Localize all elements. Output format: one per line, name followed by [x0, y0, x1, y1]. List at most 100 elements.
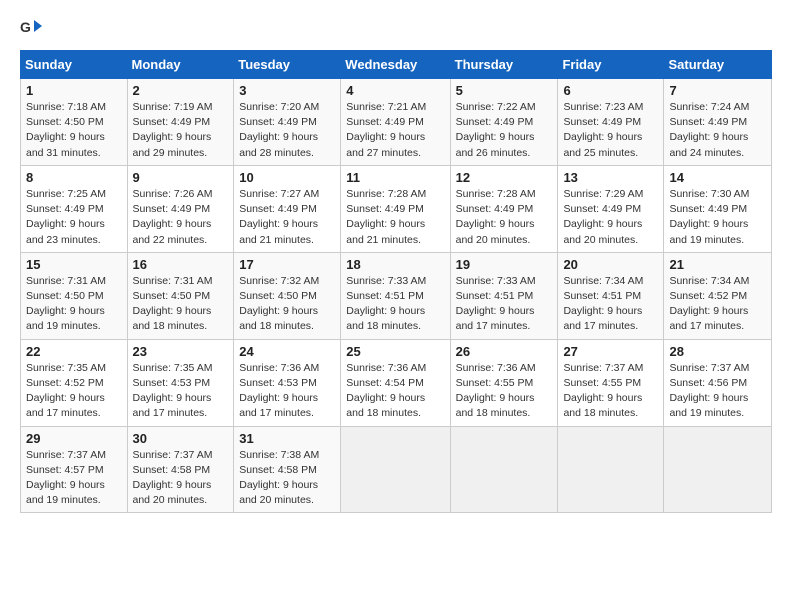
- calendar-day-cell: 5 Sunrise: 7:22 AMSunset: 4:49 PMDayligh…: [450, 79, 558, 166]
- calendar-day-cell: [558, 426, 664, 513]
- day-detail: Sunrise: 7:34 AMSunset: 4:52 PMDaylight:…: [669, 275, 749, 333]
- day-number: 18: [346, 257, 444, 272]
- day-number: 21: [669, 257, 766, 272]
- calendar-day-cell: 10 Sunrise: 7:27 AMSunset: 4:49 PMDaylig…: [234, 165, 341, 252]
- calendar-week-row: 1 Sunrise: 7:18 AMSunset: 4:50 PMDayligh…: [21, 79, 772, 166]
- day-number: 20: [563, 257, 658, 272]
- day-number: 25: [346, 344, 444, 359]
- calendar-week-row: 15 Sunrise: 7:31 AMSunset: 4:50 PMDaylig…: [21, 252, 772, 339]
- day-number: 28: [669, 344, 766, 359]
- calendar-day-cell: 21 Sunrise: 7:34 AMSunset: 4:52 PMDaylig…: [664, 252, 772, 339]
- day-number: 16: [133, 257, 229, 272]
- day-detail: Sunrise: 7:31 AMSunset: 4:50 PMDaylight:…: [26, 275, 106, 333]
- day-number: 3: [239, 83, 335, 98]
- weekday-header-cell: Saturday: [664, 51, 772, 79]
- calendar-day-cell: [450, 426, 558, 513]
- day-number: 6: [563, 83, 658, 98]
- day-number: 5: [456, 83, 553, 98]
- calendar-day-cell: 31 Sunrise: 7:38 AMSunset: 4:58 PMDaylig…: [234, 426, 341, 513]
- day-number: 14: [669, 170, 766, 185]
- day-number: 4: [346, 83, 444, 98]
- day-detail: Sunrise: 7:36 AMSunset: 4:55 PMDaylight:…: [456, 362, 536, 420]
- calendar-day-cell: 1 Sunrise: 7:18 AMSunset: 4:50 PMDayligh…: [21, 79, 128, 166]
- calendar-day-cell: [664, 426, 772, 513]
- calendar-day-cell: 18 Sunrise: 7:33 AMSunset: 4:51 PMDaylig…: [341, 252, 450, 339]
- day-number: 22: [26, 344, 122, 359]
- day-detail: Sunrise: 7:30 AMSunset: 4:49 PMDaylight:…: [669, 188, 749, 246]
- calendar-week-row: 8 Sunrise: 7:25 AMSunset: 4:49 PMDayligh…: [21, 165, 772, 252]
- day-number: 12: [456, 170, 553, 185]
- day-detail: Sunrise: 7:37 AMSunset: 4:57 PMDaylight:…: [26, 449, 106, 507]
- calendar-week-row: 29 Sunrise: 7:37 AMSunset: 4:57 PMDaylig…: [21, 426, 772, 513]
- calendar-day-cell: [341, 426, 450, 513]
- calendar-day-cell: 23 Sunrise: 7:35 AMSunset: 4:53 PMDaylig…: [127, 339, 234, 426]
- day-detail: Sunrise: 7:25 AMSunset: 4:49 PMDaylight:…: [26, 188, 106, 246]
- calendar-day-cell: 16 Sunrise: 7:31 AMSunset: 4:50 PMDaylig…: [127, 252, 234, 339]
- calendar-day-cell: 19 Sunrise: 7:33 AMSunset: 4:51 PMDaylig…: [450, 252, 558, 339]
- calendar-day-cell: 24 Sunrise: 7:36 AMSunset: 4:53 PMDaylig…: [234, 339, 341, 426]
- page-header: G: [20, 16, 772, 38]
- day-detail: Sunrise: 7:38 AMSunset: 4:58 PMDaylight:…: [239, 449, 319, 507]
- day-detail: Sunrise: 7:23 AMSunset: 4:49 PMDaylight:…: [563, 101, 643, 159]
- day-detail: Sunrise: 7:37 AMSunset: 4:56 PMDaylight:…: [669, 362, 749, 420]
- weekday-header-cell: Thursday: [450, 51, 558, 79]
- calendar-body: 1 Sunrise: 7:18 AMSunset: 4:50 PMDayligh…: [21, 79, 772, 513]
- day-number: 13: [563, 170, 658, 185]
- weekday-header-cell: Friday: [558, 51, 664, 79]
- calendar-day-cell: 28 Sunrise: 7:37 AMSunset: 4:56 PMDaylig…: [664, 339, 772, 426]
- calendar-week-row: 22 Sunrise: 7:35 AMSunset: 4:52 PMDaylig…: [21, 339, 772, 426]
- day-number: 15: [26, 257, 122, 272]
- calendar-day-cell: 4 Sunrise: 7:21 AMSunset: 4:49 PMDayligh…: [341, 79, 450, 166]
- calendar-day-cell: 12 Sunrise: 7:28 AMSunset: 4:49 PMDaylig…: [450, 165, 558, 252]
- logo: G: [20, 16, 46, 38]
- day-number: 24: [239, 344, 335, 359]
- day-detail: Sunrise: 7:37 AMSunset: 4:58 PMDaylight:…: [133, 449, 213, 507]
- day-detail: Sunrise: 7:35 AMSunset: 4:53 PMDaylight:…: [133, 362, 213, 420]
- calendar-day-cell: 11 Sunrise: 7:28 AMSunset: 4:49 PMDaylig…: [341, 165, 450, 252]
- day-detail: Sunrise: 7:28 AMSunset: 4:49 PMDaylight:…: [346, 188, 426, 246]
- day-detail: Sunrise: 7:36 AMSunset: 4:53 PMDaylight:…: [239, 362, 319, 420]
- calendar-day-cell: 9 Sunrise: 7:26 AMSunset: 4:49 PMDayligh…: [127, 165, 234, 252]
- day-detail: Sunrise: 7:28 AMSunset: 4:49 PMDaylight:…: [456, 188, 536, 246]
- calendar-day-cell: 22 Sunrise: 7:35 AMSunset: 4:52 PMDaylig…: [21, 339, 128, 426]
- calendar-day-cell: 17 Sunrise: 7:32 AMSunset: 4:50 PMDaylig…: [234, 252, 341, 339]
- day-detail: Sunrise: 7:31 AMSunset: 4:50 PMDaylight:…: [133, 275, 213, 333]
- calendar-day-cell: 25 Sunrise: 7:36 AMSunset: 4:54 PMDaylig…: [341, 339, 450, 426]
- day-number: 30: [133, 431, 229, 446]
- calendar-day-cell: 26 Sunrise: 7:36 AMSunset: 4:55 PMDaylig…: [450, 339, 558, 426]
- calendar-day-cell: 27 Sunrise: 7:37 AMSunset: 4:55 PMDaylig…: [558, 339, 664, 426]
- day-number: 1: [26, 83, 122, 98]
- day-detail: Sunrise: 7:21 AMSunset: 4:49 PMDaylight:…: [346, 101, 426, 159]
- day-number: 8: [26, 170, 122, 185]
- day-detail: Sunrise: 7:22 AMSunset: 4:49 PMDaylight:…: [456, 101, 536, 159]
- day-number: 31: [239, 431, 335, 446]
- calendar-day-cell: 13 Sunrise: 7:29 AMSunset: 4:49 PMDaylig…: [558, 165, 664, 252]
- day-detail: Sunrise: 7:19 AMSunset: 4:49 PMDaylight:…: [133, 101, 213, 159]
- day-detail: Sunrise: 7:18 AMSunset: 4:50 PMDaylight:…: [26, 101, 106, 159]
- calendar-day-cell: 3 Sunrise: 7:20 AMSunset: 4:49 PMDayligh…: [234, 79, 341, 166]
- calendar-table: SundayMondayTuesdayWednesdayThursdayFrid…: [20, 50, 772, 513]
- day-number: 27: [563, 344, 658, 359]
- weekday-header-cell: Tuesday: [234, 51, 341, 79]
- day-number: 26: [456, 344, 553, 359]
- weekday-header-cell: Monday: [127, 51, 234, 79]
- day-detail: Sunrise: 7:35 AMSunset: 4:52 PMDaylight:…: [26, 362, 106, 420]
- day-number: 17: [239, 257, 335, 272]
- day-detail: Sunrise: 7:34 AMSunset: 4:51 PMDaylight:…: [563, 275, 643, 333]
- weekday-header-cell: Wednesday: [341, 51, 450, 79]
- day-number: 7: [669, 83, 766, 98]
- day-detail: Sunrise: 7:33 AMSunset: 4:51 PMDaylight:…: [346, 275, 426, 333]
- svg-text:G: G: [20, 19, 31, 35]
- day-detail: Sunrise: 7:20 AMSunset: 4:49 PMDaylight:…: [239, 101, 319, 159]
- calendar-day-cell: 2 Sunrise: 7:19 AMSunset: 4:49 PMDayligh…: [127, 79, 234, 166]
- calendar-day-cell: 30 Sunrise: 7:37 AMSunset: 4:58 PMDaylig…: [127, 426, 234, 513]
- day-number: 23: [133, 344, 229, 359]
- day-number: 29: [26, 431, 122, 446]
- day-detail: Sunrise: 7:32 AMSunset: 4:50 PMDaylight:…: [239, 275, 319, 333]
- day-number: 11: [346, 170, 444, 185]
- day-number: 2: [133, 83, 229, 98]
- calendar-day-cell: 15 Sunrise: 7:31 AMSunset: 4:50 PMDaylig…: [21, 252, 128, 339]
- calendar-day-cell: 20 Sunrise: 7:34 AMSunset: 4:51 PMDaylig…: [558, 252, 664, 339]
- calendar-day-cell: 29 Sunrise: 7:37 AMSunset: 4:57 PMDaylig…: [21, 426, 128, 513]
- calendar-day-cell: 7 Sunrise: 7:24 AMSunset: 4:49 PMDayligh…: [664, 79, 772, 166]
